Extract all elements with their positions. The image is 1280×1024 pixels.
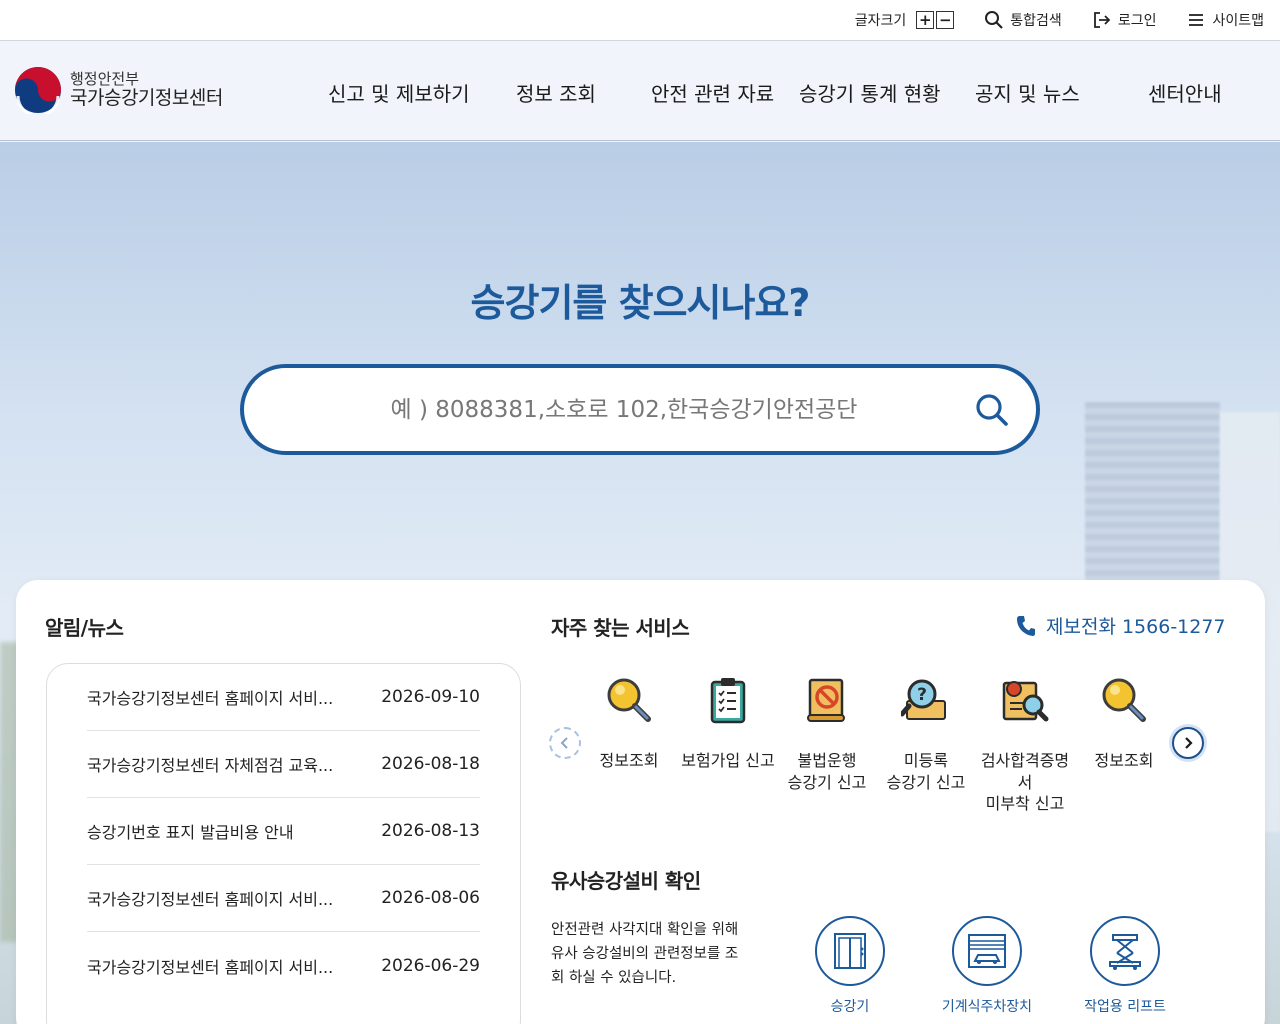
news-item-title: 국가승강기정보센터 자체점검 교육... bbox=[87, 756, 334, 775]
hero-title: 승강기를 찾으시나요? bbox=[470, 281, 811, 325]
service-info-lookup[interactable]: 정보조회 bbox=[579, 670, 679, 772]
equipment-label: 기계식주차장치 bbox=[941, 999, 1033, 1015]
services-title: 자주 찾는 서비스 bbox=[551, 616, 690, 640]
report-phone-link[interactable]: 제보전화 1566-1277 bbox=[1016, 612, 1226, 639]
news-item-title: 국가승강기정보센터 홈페이지 서비... bbox=[87, 689, 334, 708]
service-label: 검사합격증명 서 미부착 신고 bbox=[980, 751, 1070, 814]
news-item-date: 2026-08-18 bbox=[381, 754, 480, 774]
main-search-input[interactable] bbox=[274, 396, 974, 423]
svg-text:?: ? bbox=[917, 685, 927, 705]
news-item-date: 2026-08-06 bbox=[381, 888, 480, 908]
logo-site-name: 국가승강기정보센터 bbox=[70, 86, 223, 109]
elevator-icon bbox=[834, 933, 866, 969]
chevron-left-icon bbox=[560, 737, 568, 749]
news-item-title: 국가승강기정보센터 홈페이지 서비... bbox=[87, 957, 334, 977]
service-certificate-report[interactable]: 검사합격증명 서 미부착 신고 bbox=[975, 670, 1075, 815]
service-insurance-report[interactable]: 보험가입 신고 bbox=[678, 670, 778, 772]
font-size-control: 글자크기 + − bbox=[855, 10, 955, 30]
main-header: 행정안전부 국가승강기정보센터 신고 및 제보하기 정보 조회 안전 관련 자료… bbox=[0, 41, 1280, 141]
menu-icon bbox=[1189, 14, 1204, 26]
service-label: 정보조회 bbox=[599, 751, 659, 770]
login-label: 로그인 bbox=[1117, 13, 1157, 29]
nav-report[interactable]: 신고 및 제보하기 bbox=[328, 78, 470, 107]
news-list: 국가승강기정보센터 홈페이지 서비... 2026-09-10 국가승강기정보센… bbox=[46, 663, 521, 1024]
sitemap-link[interactable]: 사이트맵 bbox=[1186, 10, 1264, 30]
equipment-label: 작업용 리프트 bbox=[1084, 999, 1166, 1015]
integrated-search-link[interactable]: 통합검색 bbox=[984, 10, 1062, 30]
news-item[interactable]: 국가승강기정보센터 홈페이지 서비... 2026-09-10 bbox=[87, 664, 480, 731]
utility-bar: 글자크기 + − 통합검색 로그인 사이트맵 bbox=[0, 0, 1280, 41]
news-item-date: 2026-06-29 bbox=[381, 955, 480, 976]
main-search-box bbox=[240, 364, 1040, 455]
phone-icon bbox=[1017, 615, 1035, 636]
similar-equipment-description: 안전관련 사각지대 확인을 위해 유사 승강설비의 관련정보를 조회 하실 수 … bbox=[551, 922, 739, 986]
news-item-date: 2026-09-10 bbox=[381, 687, 480, 707]
nav-info-lookup[interactable]: 정보 조회 bbox=[516, 78, 596, 107]
service-illegal-operation-report[interactable]: 불법운행 승강기 신고 bbox=[777, 670, 877, 793]
integrated-search-label: 통합검색 bbox=[1010, 13, 1062, 29]
magnifier-icon bbox=[1102, 678, 1146, 722]
sitemap-label: 사이트맵 bbox=[1212, 13, 1264, 29]
clipboard-icon bbox=[710, 678, 746, 724]
news-item[interactable]: 국가승강기정보센터 자체점검 교육... 2026-08-18 bbox=[87, 731, 480, 798]
report-phone-label: 제보전화 1566-1277 bbox=[1046, 616, 1226, 638]
login-icon bbox=[1093, 12, 1111, 28]
font-increase-button[interactable]: + bbox=[916, 11, 935, 29]
news-title: 알림/뉴스 bbox=[45, 616, 124, 640]
equipment-work-lift[interactable]: 작업용 리프트 bbox=[1065, 916, 1185, 1016]
news-item[interactable]: 승강기번호 표지 발급비용 안내 2026-08-13 bbox=[87, 798, 480, 865]
equipment-parking[interactable]: 기계식주차장치 bbox=[927, 916, 1047, 1016]
news-item[interactable]: 국가승강기정보센터 홈페이지 서비... 2026-08-06 bbox=[87, 865, 480, 932]
nav-notice-news[interactable]: 공지 및 뉴스 bbox=[975, 78, 1080, 107]
news-item-title: 승강기번호 표지 발급비용 안내 bbox=[87, 823, 294, 842]
carousel-next-button[interactable] bbox=[1172, 727, 1204, 759]
service-label: 정보조회 bbox=[1094, 751, 1154, 770]
search-icon bbox=[985, 11, 1004, 29]
service-unregistered-report[interactable]: ? 미등록 승강기 신고 bbox=[876, 670, 976, 793]
service-label: 보험가입 신고 bbox=[681, 751, 775, 770]
parking-icon bbox=[968, 934, 1006, 968]
equipment-elevator[interactable]: 승강기 bbox=[790, 916, 910, 1016]
search-icon bbox=[976, 394, 1008, 426]
prohibited-document-icon bbox=[807, 678, 845, 722]
news-item-date: 2026-08-13 bbox=[381, 821, 480, 841]
lift-icon bbox=[1109, 934, 1141, 970]
service-info-lookup-2[interactable]: 정보조회 bbox=[1074, 670, 1174, 772]
chevron-right-icon bbox=[1185, 737, 1193, 749]
font-size-label: 글자크기 bbox=[854, 13, 907, 29]
nav-safety-materials[interactable]: 안전 관련 자료 bbox=[651, 78, 774, 107]
service-label: 불법운행 승강기 신고 bbox=[787, 751, 867, 792]
news-item-title: 국가승강기정보센터 홈페이지 서비... bbox=[87, 890, 334, 909]
similar-equipment-title: 유사승강설비 확인 bbox=[551, 869, 701, 893]
question-magnifier-icon: ? bbox=[901, 679, 946, 720]
main-search-button[interactable] bbox=[974, 392, 1010, 432]
equipment-label: 승강기 bbox=[830, 999, 870, 1015]
nav-statistics[interactable]: 승강기 통계 현황 bbox=[799, 78, 941, 107]
site-logo[interactable]: 행정안전부 국가승강기정보센터 bbox=[14, 66, 223, 114]
carousel-prev-button[interactable] bbox=[549, 727, 581, 759]
logo-ministry: 행정안전부 bbox=[70, 70, 140, 89]
font-decrease-button[interactable]: − bbox=[936, 11, 955, 29]
news-item[interactable]: 국가승강기정보센터 홈페이지 서비... 2026-06-29 bbox=[87, 932, 480, 999]
content-card: 알림/뉴스 국가승강기정보센터 홈페이지 서비... 2026-09-10 국가… bbox=[16, 580, 1265, 1024]
magnifier-icon bbox=[607, 678, 651, 722]
service-label: 미등록 승강기 신고 bbox=[886, 751, 966, 792]
certificate-icon bbox=[1002, 681, 1049, 722]
taegeuk-emblem-icon bbox=[15, 67, 61, 114]
login-link[interactable]: 로그인 bbox=[1092, 10, 1157, 30]
frequent-services-carousel: 정보조회 보험가입 신고 불법운행 승강기 신고 ? 미등록 승강기 신고 검사… bbox=[549, 670, 1219, 820]
nav-center-info[interactable]: 센터안내 bbox=[1148, 78, 1222, 107]
